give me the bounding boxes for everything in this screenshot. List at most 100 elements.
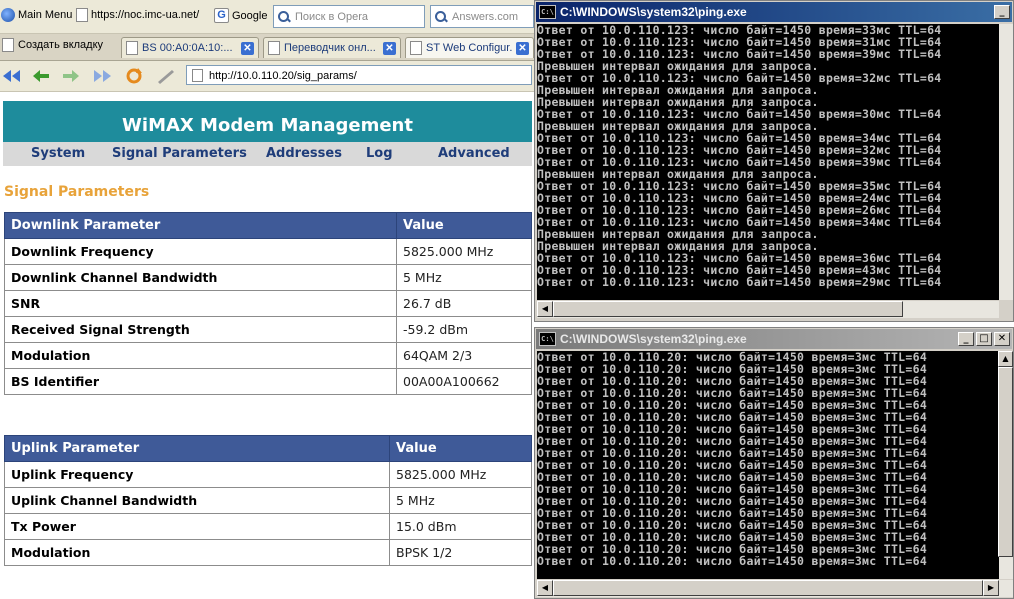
edit-button[interactable]	[155, 66, 177, 86]
page-content: WiMAX Modem Management System Signal Par…	[0, 92, 534, 599]
opera-search-input[interactable]: Поиск в Opera	[273, 5, 425, 28]
scroll-right-icon[interactable]: ▶	[983, 580, 999, 596]
close-button[interactable]: ✕	[994, 332, 1010, 346]
console-title: C:\WINDOWS\system32\ping.exe	[560, 332, 747, 346]
bookmark-google[interactable]: G Google	[214, 8, 267, 23]
maximize-button[interactable]: □	[976, 332, 992, 346]
tab-label: BS 00:A0:0A:10:...	[142, 42, 233, 54]
window-controls: _ □ ✕	[958, 332, 1010, 346]
forward-arrow-icon	[63, 70, 79, 82]
bookmark-google-label: Google	[232, 9, 268, 22]
bookmark-main-menu-label: Main Menu	[18, 9, 73, 21]
menu-system[interactable]: System	[31, 146, 85, 161]
console-output: Ответ от 10.0.110.123: число байт=1450 в…	[537, 24, 999, 300]
menu-advanced[interactable]: Advanced	[438, 146, 510, 161]
console-lines: Ответ от 10.0.110.20: число байт=1450 вр…	[537, 351, 999, 567]
rewind-icon	[3, 70, 20, 82]
downlink-value-header: Value	[396, 212, 532, 239]
vertical-scrollbar[interactable]: ▲	[998, 351, 1013, 579]
console-icon: C:\	[539, 5, 556, 19]
opera-search-placeholder: Поиск в Opera	[295, 10, 369, 23]
uplink-table: Uplink Parameter Value Uplink Frequency …	[4, 435, 532, 566]
tab-st-web-config[interactable]: ST Web Configur... ✕	[405, 37, 534, 58]
bookmark-noc-label: https://noc.imc-ua.net/	[91, 9, 200, 21]
table-header-row: Downlink Parameter Value	[4, 212, 532, 239]
uplink-param-header: Uplink Parameter	[4, 435, 390, 462]
param-value: -59.2 dBm	[396, 316, 532, 343]
uplink-value-header: Value	[389, 435, 532, 462]
close-tab-icon[interactable]: ✕	[383, 41, 396, 55]
new-tab-button[interactable]: Создать вкладку	[2, 38, 103, 52]
param-value: 5 MHz	[396, 264, 532, 291]
param-value: 15.0 dBm	[389, 513, 532, 540]
param-value: 5825.000 MHz	[396, 238, 532, 265]
horizontal-scrollbar[interactable]: ◀	[537, 301, 999, 318]
tab-bs[interactable]: BS 00:A0:0A:10:... ✕	[121, 37, 259, 58]
fast-forward-button[interactable]	[92, 66, 114, 86]
param-value: 5 MHz	[389, 487, 532, 514]
menu-addresses[interactable]: Addresses	[266, 146, 342, 161]
back-button[interactable]	[30, 66, 52, 86]
console-line: Ответ от 10.0.110.20: число байт=1450 вр…	[537, 554, 928, 568]
downlink-table: Downlink Parameter Value Downlink Freque…	[4, 212, 532, 395]
bookmark-main-menu[interactable]: Main Menu	[1, 8, 72, 22]
console-title: C:\WINDOWS\system32\ping.exe	[560, 5, 747, 19]
console-output: Ответ от 10.0.110.20: число байт=1450 вр…	[537, 351, 999, 579]
window-controls: _	[994, 5, 1010, 19]
table-row: Downlink Frequency 5825.000 MHz	[4, 238, 532, 265]
console-icon: C:\	[539, 332, 556, 346]
tab-translator[interactable]: Переводчик онл... ✕	[263, 37, 401, 58]
answers-search-input[interactable]: Answers.com	[430, 5, 534, 28]
search-icon	[278, 10, 290, 23]
tab-label: Переводчик онл...	[284, 42, 376, 54]
tab-bar: Создать вкладку BS 00:A0:0A:10:... ✕ Пер…	[0, 34, 534, 61]
new-tab-icon	[2, 38, 14, 52]
table-row: Tx Power 15.0 dBm	[4, 513, 532, 540]
console-window-2: C:\ C:\WINDOWS\system32\ping.exe _ □ ✕ О…	[534, 327, 1014, 599]
table-row: Modulation 64QAM 2/3	[4, 342, 532, 369]
scroll-left-icon[interactable]: ◀	[537, 580, 553, 596]
minimize-button[interactable]: _	[958, 332, 974, 346]
reload-button[interactable]	[123, 66, 145, 86]
back-arrow-icon	[33, 70, 49, 82]
param-name: BS Identifier	[4, 368, 397, 395]
scroll-thumb[interactable]	[553, 301, 903, 317]
scroll-thumb[interactable]	[998, 367, 1013, 557]
address-bar[interactable]: http://10.0.110.20/sig_params/	[186, 65, 532, 85]
bookmark-noc[interactable]: https://noc.imc-ua.net/	[76, 8, 199, 22]
rewind-button[interactable]	[0, 66, 22, 86]
console-title-bar[interactable]: C:\ C:\WINDOWS\system32\ping.exe _	[536, 2, 1012, 22]
scroll-thumb[interactable]	[553, 580, 983, 596]
param-name: Uplink Channel Bandwidth	[4, 487, 390, 514]
fast-forward-icon	[94, 70, 111, 82]
menu-signal-parameters[interactable]: Signal Parameters	[112, 146, 247, 161]
table-row: Uplink Channel Bandwidth 5 MHz	[4, 487, 532, 514]
minimize-button[interactable]: _	[994, 5, 1010, 19]
scroll-up-icon[interactable]: ▲	[998, 351, 1013, 367]
forward-button[interactable]	[60, 66, 82, 86]
page-icon	[410, 41, 422, 55]
table-row: SNR 26.7 dB	[4, 290, 532, 317]
table-row: Downlink Channel Bandwidth 5 MHz	[4, 264, 532, 291]
main-menu: System Signal Parameters Addresses Log A…	[3, 142, 532, 166]
param-value: 00A00A100662	[396, 368, 532, 395]
vertical-scrollbar[interactable]	[999, 24, 1013, 300]
console-line: Ответ от 10.0.110.123: число байт=1450 в…	[537, 275, 942, 289]
page-title: Signal Parameters	[4, 184, 150, 200]
page-icon	[192, 69, 203, 82]
page-icon	[268, 41, 280, 55]
close-tab-icon[interactable]: ✕	[241, 41, 254, 55]
console-title-bar[interactable]: C:\ C:\WINDOWS\system32\ping.exe _ □ ✕	[536, 329, 1012, 349]
close-tab-icon[interactable]: ✕	[516, 41, 529, 55]
param-value: BPSK 1/2	[389, 539, 532, 566]
tab-label: ST Web Configur...	[426, 42, 512, 54]
new-tab-label: Создать вкладку	[18, 39, 104, 51]
param-value: 5825.000 MHz	[389, 461, 532, 488]
reload-icon	[126, 68, 142, 84]
menu-log[interactable]: Log	[366, 146, 393, 161]
scroll-left-icon[interactable]: ◀	[537, 301, 553, 317]
google-icon: G	[214, 8, 229, 23]
horizontal-scrollbar[interactable]: ◀ ▶	[537, 580, 1013, 597]
param-name: Downlink Frequency	[4, 238, 397, 265]
param-name: Received Signal Strength	[4, 316, 397, 343]
